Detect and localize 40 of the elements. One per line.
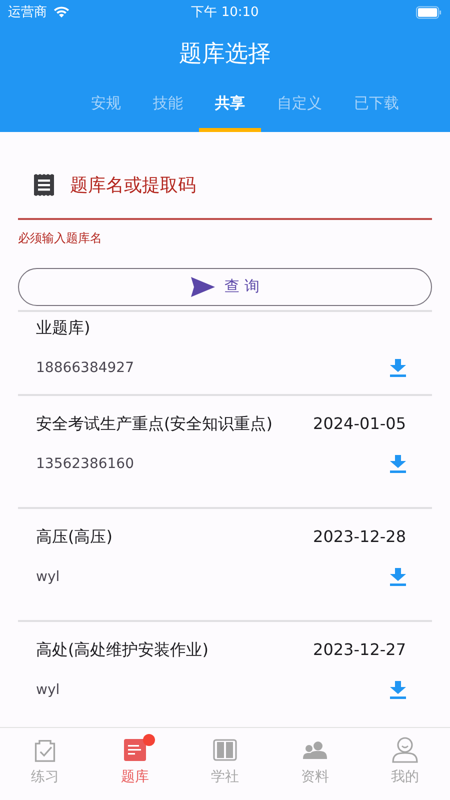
bank-name: 高压(高压) <box>36 526 112 548</box>
bank-date: 2024-01-05 <box>313 414 406 434</box>
document-icon <box>123 738 147 762</box>
tab[interactable]: 自定义 <box>261 78 338 132</box>
list-icon <box>34 174 54 196</box>
bank-date: 2023-12-28 <box>313 526 406 548</box>
nav-item[interactable]: 学社 <box>180 728 270 800</box>
bank-code: 13562386160 <box>36 456 134 472</box>
download-icon[interactable] <box>390 568 406 586</box>
tab[interactable]: 共享 <box>199 78 261 132</box>
bank-name: 安全考试生产重点(安全知识重点) <box>36 414 272 434</box>
clipboard-check-icon <box>33 737 57 763</box>
status-time: 下午 10:10 <box>191 4 259 21</box>
wifi-icon <box>53 6 70 18</box>
bank-name: 高处(高处维护安装作业) <box>36 640 208 660</box>
tab[interactable]: 安规 <box>75 78 137 132</box>
download-icon[interactable] <box>390 454 406 472</box>
nav-item[interactable]: 资料 <box>270 728 360 800</box>
tab[interactable]: 技能 <box>137 78 199 132</box>
error-message: 必须输入题库名 <box>18 230 103 246</box>
page-title: 题库选择 <box>178 40 272 69</box>
person-icon <box>392 737 418 763</box>
carrier-name: 运营商 <box>8 4 47 21</box>
bank-date: 2023-12-27 <box>313 640 406 660</box>
download-icon[interactable] <box>390 358 406 376</box>
tab[interactable]: 已下载 <box>338 78 415 132</box>
book-icon <box>213 739 237 761</box>
bank-code: 18866384927 <box>36 360 134 376</box>
bank-name: 业题库) <box>36 318 90 338</box>
bank-code: wyl <box>36 682 60 698</box>
nav-item[interactable]: 练习 <box>0 728 90 800</box>
people-icon <box>303 741 327 759</box>
battery-icon <box>416 6 442 18</box>
download-icon[interactable] <box>390 680 406 698</box>
search-field[interactable]: 题库名或提取码 <box>70 166 432 204</box>
bank-code: wyl <box>36 568 60 584</box>
nav-item[interactable]: 题库 <box>90 728 180 800</box>
query-button[interactable]: 查 询 <box>18 268 432 306</box>
send-icon <box>190 276 215 296</box>
nav-item[interactable]: 我的 <box>360 728 450 800</box>
